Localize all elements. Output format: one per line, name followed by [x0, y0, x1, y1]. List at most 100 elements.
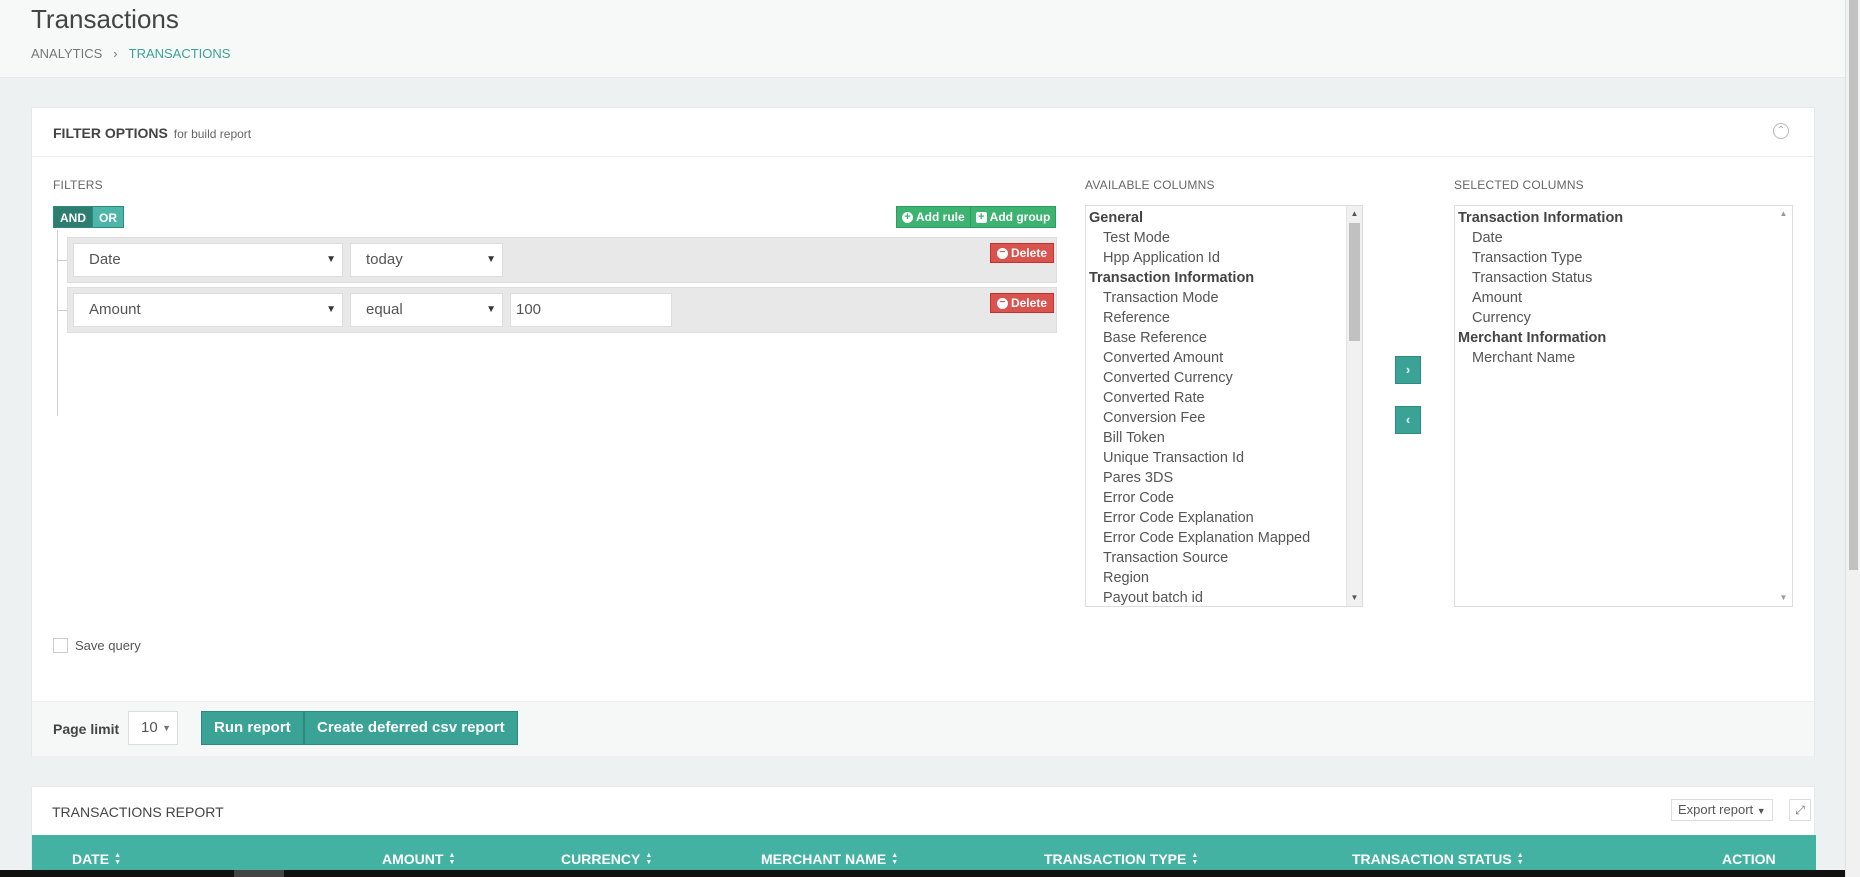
- column-option[interactable]: Amount: [1455, 288, 1792, 308]
- column-header-transaction-type[interactable]: TRANSACTION TYPE ▲ ▼: [1044, 851, 1198, 867]
- and-or-toggle: AND OR: [53, 206, 124, 228]
- column-option[interactable]: Error Code: [1086, 488, 1362, 508]
- save-query-checkbox[interactable]: [53, 638, 68, 653]
- filter-panel-title-text: FILTER OPTIONS: [53, 125, 168, 141]
- column-option[interactable]: Error Code Explanation: [1086, 508, 1362, 528]
- list-scrollbar[interactable]: ▲ ▼: [1776, 206, 1792, 606]
- filter-panel-title: FILTER OPTIONS for build report: [53, 125, 251, 141]
- column-header-label: ACTION: [1722, 851, 1776, 867]
- column-option[interactable]: Transaction Status: [1455, 268, 1792, 288]
- column-option[interactable]: Transaction Mode: [1086, 288, 1362, 308]
- column-option[interactable]: Conversion Fee: [1086, 408, 1362, 428]
- column-option[interactable]: Date: [1455, 228, 1792, 248]
- rule-field-select[interactable]: Amount ▼: [73, 293, 343, 327]
- add-rule-label: Add rule: [916, 210, 965, 224]
- or-button[interactable]: OR: [93, 206, 124, 228]
- available-columns-label: AVAILABLE COLUMNS: [1085, 178, 1215, 192]
- column-option[interactable]: Payout batch id: [1086, 588, 1362, 606]
- column-option[interactable]: Unique Transaction Id: [1086, 448, 1362, 468]
- scroll-down-icon[interactable]: ▼: [1776, 590, 1791, 606]
- minus-circle-icon: −: [996, 297, 1008, 309]
- filter-footer: Page limit 10 ▼ Run report Create deferr…: [32, 701, 1814, 756]
- column-option[interactable]: Merchant Name: [1455, 348, 1792, 368]
- breadcrumb: ANALYTICS › TRANSACTIONS: [31, 46, 230, 61]
- expand-icon[interactable]: ⤢: [1789, 799, 1811, 821]
- sort-icon: ▲ ▼: [891, 852, 899, 866]
- column-header-action: ACTION: [1722, 851, 1776, 867]
- delete-rule-button[interactable]: − Delete: [989, 293, 1054, 313]
- rule-value-input[interactable]: 100: [510, 293, 672, 327]
- filter-rule-row: Date ▼ today ▼ − Delete: [67, 237, 1057, 283]
- scroll-thumb[interactable]: [1849, 0, 1858, 570]
- rule-operator-value: today: [366, 251, 403, 268]
- page-horizontal-scrollbar[interactable]: [0, 870, 1845, 877]
- scroll-thumb[interactable]: [1349, 223, 1360, 341]
- column-option[interactable]: Pares 3DS: [1086, 468, 1362, 488]
- caret-down-icon: ▼: [326, 304, 336, 315]
- selected-columns-list[interactable]: Transaction Information Date Transaction T…: [1454, 205, 1793, 607]
- column-option[interactable]: Error Code Explanation Mapped: [1086, 528, 1362, 548]
- column-group-header: Transaction Information: [1089, 270, 1255, 286]
- page-limit-label: Page limit: [53, 721, 120, 737]
- delete-rule-button[interactable]: − Delete: [989, 243, 1054, 263]
- page-vertical-scrollbar[interactable]: [1845, 0, 1860, 877]
- sort-icon: ▲ ▼: [1516, 852, 1524, 866]
- collapse-up-icon[interactable]: ⌃: [1773, 123, 1789, 139]
- breadcrumb-analytics[interactable]: ANALYTICS: [31, 46, 102, 61]
- export-report-button[interactable]: Export report ▼: [1671, 799, 1773, 821]
- column-option[interactable]: Currency: [1455, 308, 1792, 328]
- column-option[interactable]: Converted Rate: [1086, 388, 1362, 408]
- scroll-up-icon[interactable]: ▲: [1776, 206, 1791, 222]
- column-header-amount[interactable]: AMOUNT ▲ ▼: [382, 851, 455, 867]
- create-deferred-csv-button[interactable]: Create deferred csv report: [304, 711, 518, 745]
- rule-operator-select[interactable]: equal ▼: [350, 293, 503, 327]
- sort-icon: ▲ ▼: [645, 852, 653, 866]
- caret-down-icon: ▼: [162, 723, 171, 733]
- move-left-button[interactable]: ‹: [1395, 406, 1421, 434]
- column-option[interactable]: Region: [1086, 568, 1362, 588]
- page-limit-value: 10: [141, 719, 158, 736]
- add-rule-button[interactable]: + Add rule: [896, 206, 971, 228]
- add-group-button[interactable]: + Add group: [970, 206, 1057, 228]
- column-option[interactable]: Bill Token: [1086, 428, 1362, 448]
- list-scrollbar[interactable]: ▲ ▼: [1346, 206, 1362, 606]
- transactions-report-panel: TRANSACTIONS REPORT Export report ▼ ⤢ DA…: [31, 786, 1816, 877]
- column-option[interactable]: Reference: [1086, 308, 1362, 328]
- plus-circle-icon: +: [902, 211, 913, 223]
- caret-down-icon: ▼: [486, 304, 496, 315]
- column-option[interactable]: Hpp Application Id: [1086, 248, 1362, 268]
- tree-connector: [57, 310, 67, 311]
- move-right-button[interactable]: ›: [1395, 356, 1421, 384]
- scroll-thumb[interactable]: [234, 870, 284, 877]
- filters-label: FILTERS: [53, 178, 103, 192]
- column-header-currency[interactable]: CURRENCY ▲ ▼: [561, 851, 652, 867]
- tree-line: [57, 230, 58, 416]
- save-query-label: Save query: [75, 638, 141, 653]
- sort-icon: ▲ ▼: [1191, 852, 1199, 866]
- filter-panel-header: FILTER OPTIONS for build report ⌃: [32, 108, 1814, 157]
- scroll-up-icon[interactable]: ▲: [1347, 206, 1362, 222]
- and-button[interactable]: AND: [53, 206, 93, 228]
- column-header-label: MERCHANT NAME: [761, 851, 887, 867]
- column-option[interactable]: Test Mode: [1086, 228, 1362, 248]
- scroll-down-icon[interactable]: ▼: [1347, 590, 1362, 606]
- column-header-date[interactable]: DATE ▲ ▼: [72, 851, 121, 867]
- selected-columns-label: SELECTED COLUMNS: [1454, 178, 1584, 192]
- column-header-merchant-name[interactable]: MERCHANT NAME ▲ ▼: [761, 851, 898, 867]
- chevron-right-icon: ›: [113, 46, 118, 61]
- column-option[interactable]: Transaction Source: [1086, 548, 1362, 568]
- breadcrumb-transactions: TRANSACTIONS: [128, 46, 231, 61]
- column-option[interactable]: Transaction Type: [1455, 248, 1792, 268]
- available-columns-list[interactable]: General Test Mode Hpp Application Id Transa…: [1085, 205, 1363, 607]
- tree-connector: [57, 260, 67, 261]
- column-option[interactable]: Converted Amount: [1086, 348, 1362, 368]
- plus-square-icon: +: [975, 211, 987, 223]
- rule-operator-select[interactable]: today ▼: [350, 243, 503, 277]
- run-report-button[interactable]: Run report: [201, 711, 304, 745]
- column-option[interactable]: Base Reference: [1086, 328, 1362, 348]
- page-limit-select[interactable]: 10 ▼: [128, 711, 178, 745]
- column-option[interactable]: Converted Currency: [1086, 368, 1362, 388]
- rule-field-select[interactable]: Date ▼: [73, 243, 343, 277]
- column-header-transaction-status[interactable]: TRANSACTION STATUS ▲ ▼: [1352, 851, 1524, 867]
- chevron-right-icon: ›: [1405, 362, 1411, 377]
